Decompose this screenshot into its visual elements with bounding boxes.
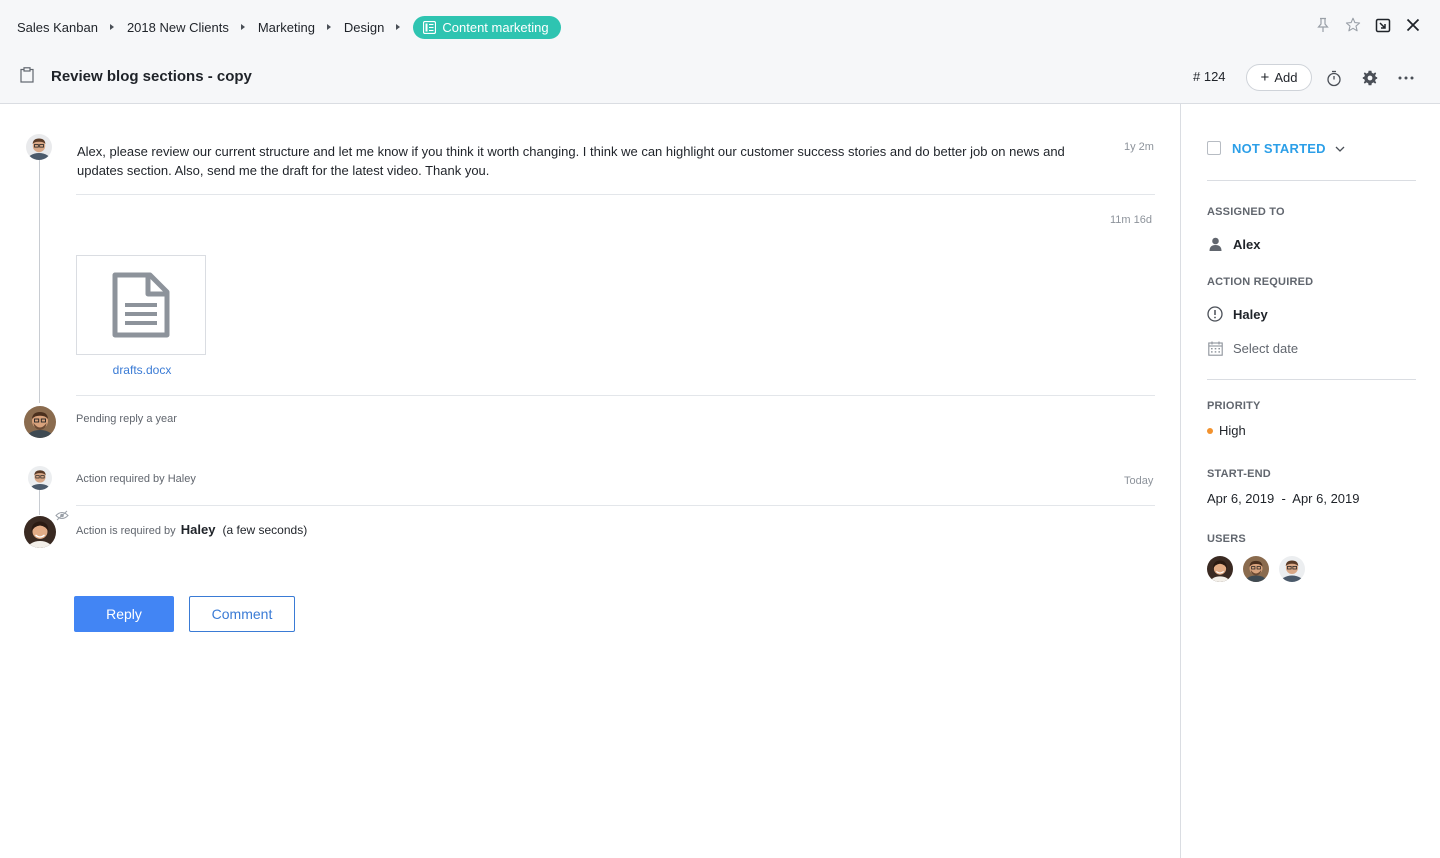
divider	[1207, 379, 1416, 380]
divider	[76, 505, 1155, 506]
task-id: # 124	[1193, 69, 1226, 84]
eye-slash-icon	[55, 508, 69, 526]
add-button-label: Add	[1274, 70, 1298, 85]
avatar	[28, 466, 52, 490]
close-icon[interactable]	[1403, 15, 1423, 35]
task-details-sidebar: NOT STARTED ASSIGNED TO Alex ACTION REQU…	[1180, 104, 1440, 858]
select-date-field[interactable]: Select date	[1207, 340, 1298, 356]
add-button[interactable]: + Add	[1246, 64, 1312, 91]
action-user-row[interactable]: Haley	[1207, 306, 1268, 322]
file-attachment[interactable]	[76, 255, 206, 355]
priority-value[interactable]: High	[1207, 423, 1246, 438]
title-row: Review blog sections - copy # 124 + Add	[0, 62, 1440, 94]
exclamation-circle-icon	[1207, 306, 1223, 322]
comment-button[interactable]: Comment	[189, 596, 295, 632]
breadcrumb-item-sales-kanban[interactable]: Sales Kanban	[17, 20, 98, 35]
pending-reply-event: Pending reply a year	[76, 413, 177, 425]
action-required-detail: Action is required by Haley (a few secon…	[76, 522, 307, 537]
avatar[interactable]	[1279, 556, 1305, 582]
caret-right-icon	[240, 24, 245, 30]
file-name-link[interactable]: drafts.docx	[76, 363, 208, 377]
action-required-name: Haley	[180, 522, 216, 537]
divider	[76, 194, 1155, 195]
plus-icon: +	[1260, 69, 1270, 86]
avatar	[26, 134, 52, 160]
window-controls	[1303, 15, 1423, 35]
date-placeholder: Select date	[1233, 340, 1299, 356]
breadcrumb-item-design[interactable]: Design	[344, 20, 384, 35]
pin-icon[interactable]	[1313, 15, 1333, 35]
clipboard-icon	[20, 67, 34, 88]
star-icon[interactable]	[1343, 15, 1363, 35]
chevron-down-icon	[1335, 139, 1345, 157]
start-end-heading: START-END	[1207, 468, 1271, 480]
priority-label: High	[1219, 423, 1246, 438]
action-event-time: Today	[1124, 475, 1154, 487]
avatar[interactable]	[1243, 556, 1269, 582]
document-icon	[112, 272, 170, 338]
assigned-to-heading: ASSIGNED TO	[1207, 206, 1285, 218]
reply-button[interactable]: Reply	[74, 596, 174, 632]
breadcrumb-item-marketing[interactable]: Marketing	[258, 20, 315, 35]
thread-connector	[39, 490, 40, 515]
message-time: 1y 2m	[1124, 141, 1154, 153]
document-list-icon	[423, 20, 437, 34]
breadcrumb-item-new-clients[interactable]: 2018 New Clients	[127, 20, 229, 35]
start-end-dates[interactable]: Apr 6, 2019 - Apr 6, 2019	[1207, 491, 1360, 506]
status-dropdown[interactable]: NOT STARTED	[1207, 139, 1345, 157]
divider	[1207, 180, 1416, 181]
priority-heading: PRIORITY	[1207, 400, 1261, 412]
action-required-event: Action required by Haley	[76, 473, 196, 485]
status-checkbox[interactable]	[1207, 141, 1221, 155]
stopwatch-icon[interactable]	[1325, 69, 1343, 87]
minimize-window-icon[interactable]	[1373, 15, 1393, 35]
action-required-heading: ACTION REQUIRED	[1207, 276, 1314, 288]
caret-right-icon	[396, 24, 401, 30]
divider	[76, 395, 1155, 396]
caret-right-icon	[326, 24, 331, 30]
assignee-name: Alex	[1233, 236, 1261, 252]
caret-right-icon	[109, 24, 114, 30]
activity-feed: Alex, please review our current structur…	[0, 104, 1180, 858]
tag-label: Content marketing	[442, 19, 549, 35]
avatar	[24, 516, 56, 548]
assignee-row[interactable]: Alex	[1207, 236, 1260, 252]
status-label: NOT STARTED	[1232, 140, 1326, 156]
user-icon	[1207, 236, 1223, 252]
content-marketing-tag[interactable]: Content marketing	[413, 15, 561, 39]
attachment-time: 11m 16d	[1110, 214, 1152, 226]
priority-dot	[1207, 427, 1213, 434]
calendar-icon	[1207, 340, 1223, 356]
users-heading: USERS	[1207, 533, 1246, 545]
breadcrumb: Sales Kanban 2018 New Clients Marketing …	[17, 15, 561, 39]
avatar[interactable]	[1207, 556, 1233, 582]
task-header: Sales Kanban 2018 New Clients Marketing …	[0, 0, 1440, 104]
action-required-prefix: Action is required by	[76, 525, 176, 537]
avatar	[24, 406, 56, 438]
thread-connector	[39, 160, 40, 403]
message-text: Alex, please review our current structur…	[77, 144, 1065, 178]
more-options-icon[interactable]	[1397, 69, 1415, 87]
users-list	[1207, 556, 1315, 582]
gear-icon[interactable]	[1361, 69, 1379, 87]
action-required-suffix: (a few seconds)	[222, 523, 308, 537]
task-title[interactable]: Review blog sections - copy	[51, 68, 252, 85]
action-user-name: Haley	[1233, 306, 1268, 322]
